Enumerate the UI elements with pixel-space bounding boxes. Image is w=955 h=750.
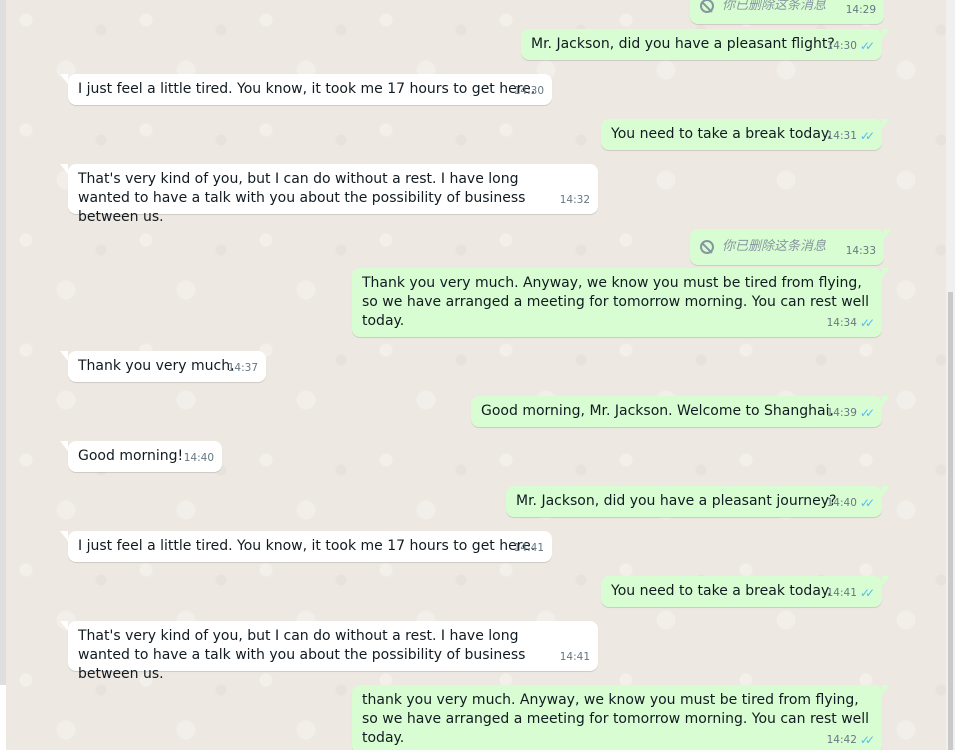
message-time: 14:30: [513, 85, 544, 97]
message-text: Good morning, Mr. Jackson. Welcome to Sh…: [481, 403, 834, 419]
message-text: That's very kind of you, but I can do wi…: [78, 171, 526, 225]
message-out[interactable]: Mr. Jackson, did you have a pleasant fli…: [521, 29, 890, 60]
ban-icon: [700, 0, 714, 13]
message-text: thank you very much. Anyway, we know you…: [362, 692, 870, 746]
message-meta: 14:41: [514, 539, 544, 558]
message-time: 14:29: [845, 4, 876, 16]
message-out[interactable]: Thank you very much. Anyway, we know you…: [352, 268, 890, 337]
message-in[interactable]: Good morning! 14:40: [60, 441, 222, 472]
ban-icon: [700, 239, 714, 254]
message-time: 14:37: [227, 362, 258, 374]
double-check-icon: ✓✓: [859, 39, 875, 53]
message-meta: 14:40: [184, 449, 214, 468]
message-time: 14:42: [826, 734, 857, 746]
message-meta: 14:34 ✓✓: [826, 314, 875, 333]
scrollbar-thumb[interactable]: [948, 292, 953, 750]
message-out-deleted[interactable]: 你已删除这条消息 14:33: [690, 229, 892, 265]
message-text: Mr. Jackson, did you have a pleasant jou…: [516, 493, 837, 509]
message-meta: 14:30: [514, 82, 544, 101]
chat-message-pane[interactable]: 你已删除这条消息 14:29 Mr. Jackson, did you have…: [6, 0, 946, 750]
double-check-icon: ✓✓: [859, 586, 875, 600]
message-out[interactable]: thank you very much. Anyway, we know you…: [352, 685, 890, 750]
message-text: You need to take a break today.: [611, 126, 832, 142]
message-text: Good morning!: [78, 448, 184, 464]
double-check-icon: ✓✓: [859, 129, 875, 143]
message-meta: 14:41: [560, 648, 590, 667]
message-in[interactable]: I just feel a little tired. You know, it…: [60, 74, 552, 105]
message-time: 14:33: [845, 245, 876, 257]
message-in[interactable]: That's very kind of you, but I can do wi…: [60, 164, 598, 225]
double-check-icon: ✓✓: [859, 733, 875, 747]
deleted-message-text: 你已删除这条消息: [722, 0, 827, 13]
double-check-icon: ✓✓: [859, 406, 875, 420]
message-meta: 14:29: [846, 1, 876, 20]
message-meta: 14:42 ✓✓: [826, 731, 875, 750]
message-text: That's very kind of you, but I can do wi…: [78, 628, 526, 682]
message-time: 14:40: [826, 497, 857, 509]
message-meta: 14:39 ✓✓: [826, 404, 875, 423]
deleted-message-text: 你已删除这条消息: [722, 239, 827, 254]
message-time: 14:41: [826, 587, 857, 599]
message-out[interactable]: Mr. Jackson, did you have a pleasant jou…: [506, 486, 890, 517]
message-out-deleted[interactable]: 你已删除这条消息 14:29: [690, 0, 884, 24]
message-out[interactable]: Good morning, Mr. Jackson. Welcome to Sh…: [471, 396, 890, 427]
message-out[interactable]: You need to take a break today. 14:31 ✓✓: [601, 119, 890, 150]
message-in[interactable]: I just feel a little tired. You know, it…: [60, 531, 552, 562]
message-text: Mr. Jackson, did you have a pleasant fli…: [531, 36, 835, 52]
message-meta: 14:41 ✓✓: [826, 584, 875, 603]
message-text: You need to take a break today.: [611, 583, 832, 599]
message-text: Thank you very much.: [78, 358, 235, 374]
message-time: 14:30: [826, 40, 857, 52]
double-check-icon: ✓✓: [859, 496, 875, 510]
message-time: 14:39: [826, 407, 857, 419]
message-time: 14:34: [826, 317, 857, 329]
message-time: 14:40: [183, 452, 214, 464]
message-in[interactable]: That's very kind of you, but I can do wi…: [60, 621, 598, 682]
message-time: 14:41: [559, 651, 590, 663]
message-meta: 14:37: [228, 359, 258, 378]
message-time: 14:31: [826, 130, 857, 142]
message-time: 14:41: [513, 542, 544, 554]
scrollbar-track[interactable]: [946, 0, 955, 750]
message-text: Thank you very much. Anyway, we know you…: [362, 275, 870, 329]
message-meta: 14:30 ✓✓: [826, 37, 875, 56]
message-in[interactable]: Thank you very much. 14:37: [60, 351, 266, 382]
message-meta: 14:31 ✓✓: [826, 127, 875, 146]
message-out[interactable]: You need to take a break today. 14:41 ✓✓: [601, 576, 890, 607]
message-meta: 14:33: [846, 242, 876, 261]
message-text: I just feel a little tired. You know, it…: [78, 538, 536, 554]
message-meta: 14:40 ✓✓: [826, 494, 875, 513]
double-check-icon: ✓✓: [859, 316, 875, 330]
message-text: I just feel a little tired. You know, it…: [78, 81, 536, 97]
message-time: 14:32: [559, 194, 590, 206]
message-meta: 14:32: [560, 191, 590, 210]
